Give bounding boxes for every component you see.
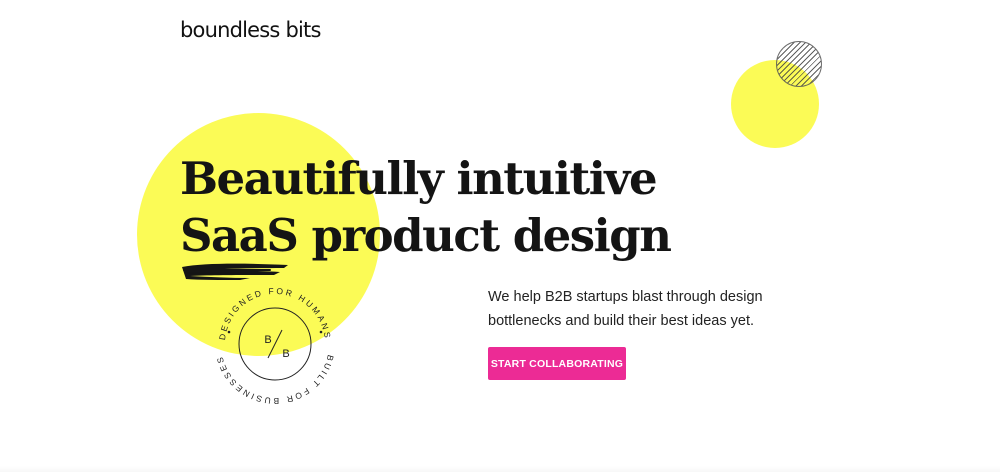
page-bottom-divider: [0, 466, 1000, 472]
hero-headline: Beautifully intuitive SaaS product desig…: [180, 150, 672, 264]
hero-description-line1: We help B2B startups blast through desig…: [488, 289, 763, 305]
svg-text:DESIGNED FOR HUMANS: DESIGNED FOR HUMANS: [217, 286, 333, 341]
badge-ring-text-bottom: BUILT FOR BUSINESSES: [215, 354, 333, 404]
brand-logo[interactable]: boundless bits: [180, 17, 321, 43]
brush-stroke-icon: [182, 263, 288, 280]
hero-headline-line2: SaaS product design: [180, 209, 672, 262]
hero-description: We help B2B startups blast through desig…: [488, 285, 778, 333]
hatched-circle-icon: [776, 41, 822, 87]
svg-text:BUILT FOR BUSINESSES: BUILT FOR BUSINESSES: [215, 354, 335, 404]
badge-monogram-bottom: B: [282, 348, 289, 360]
hero-description-line2: bottlenecks and build their best ideas y…: [488, 313, 754, 329]
hero-headline-line1: Beautifully intuitive: [180, 152, 658, 205]
start-collaborating-button[interactable]: START COLLABORATING: [488, 347, 626, 380]
badge-ring-text-top: DESIGNED FOR HUMANS: [217, 286, 330, 341]
badge-seal-icon: B B DESIGNED FOR HUMANS BUILT FOR BUSINE…: [215, 286, 335, 404]
badge-monogram-top: B: [264, 334, 271, 346]
